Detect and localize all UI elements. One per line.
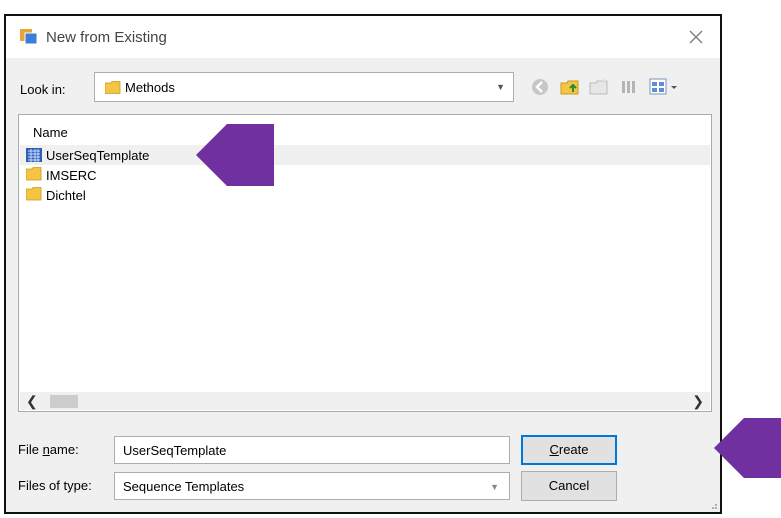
files-of-type-dropdown[interactable]: Sequence Templates ▼ — [114, 472, 510, 500]
scroll-thumb[interactable] — [50, 395, 78, 408]
look-in-value: Methods — [125, 80, 175, 95]
file-list[interactable]: Name UserSeqTemplate IMSERC Dichtel ❮ ❯ — [18, 114, 712, 412]
list-item-label: Dichtel — [46, 188, 86, 203]
create-button[interactable]: Create — [521, 435, 617, 465]
look-in-dropdown[interactable]: Methods ▼ — [94, 72, 514, 102]
cancel-button[interactable]: Cancel — [521, 471, 617, 501]
annotation-arrow-create-button — [714, 418, 781, 478]
list-view-icon[interactable] — [617, 76, 639, 98]
new-from-existing-dialog: New from Existing Look in: Methods ▼ Nam… — [4, 14, 722, 514]
window-title: New from Existing — [46, 29, 167, 46]
file-name-value: UserSeqTemplate — [123, 443, 227, 458]
scroll-left-icon[interactable]: ❮ — [26, 393, 38, 410]
scroll-right-icon[interactable]: ❯ — [692, 393, 704, 410]
screenshot-frame: New from Existing Look in: Methods ▼ Nam… — [0, 0, 781, 518]
list-item-label: IMSERC — [46, 168, 97, 183]
chevron-down-icon: ▼ — [496, 82, 505, 92]
list-item-label: UserSeqTemplate — [46, 148, 150, 163]
app-window-icon — [20, 29, 38, 45]
chevron-down-icon: ▼ — [490, 482, 499, 492]
annotation-arrow-list-item — [196, 124, 274, 186]
list-item-userseqtemplate[interactable]: UserSeqTemplate — [20, 145, 710, 165]
horizontal-scrollbar[interactable]: ❮ ❯ — [20, 392, 710, 410]
look-in-label: Look in: — [20, 82, 66, 97]
folder-icon — [26, 187, 42, 201]
back-icon[interactable] — [529, 76, 551, 98]
folder-icon — [105, 81, 121, 94]
title-bar: New from Existing — [6, 16, 720, 58]
name-column-header[interactable]: Name — [33, 125, 68, 140]
folder-icon — [26, 167, 42, 181]
sequence-template-icon — [26, 148, 42, 162]
resize-grip-icon[interactable] — [708, 500, 718, 510]
files-of-type-value: Sequence Templates — [123, 479, 245, 494]
file-name-input[interactable]: UserSeqTemplate — [114, 436, 510, 464]
close-icon — [689, 30, 703, 44]
list-item-dichtel[interactable]: Dichtel — [20, 185, 710, 205]
files-of-type-label: Files of type: — [18, 478, 92, 493]
close-button[interactable] — [684, 25, 708, 49]
list-item-imserc[interactable]: IMSERC — [20, 165, 710, 185]
view-menu-icon[interactable] — [648, 76, 680, 98]
file-name-label: File name: — [18, 442, 79, 457]
up-folder-icon[interactable] — [559, 76, 581, 98]
new-folder-icon[interactable] — [588, 76, 610, 98]
